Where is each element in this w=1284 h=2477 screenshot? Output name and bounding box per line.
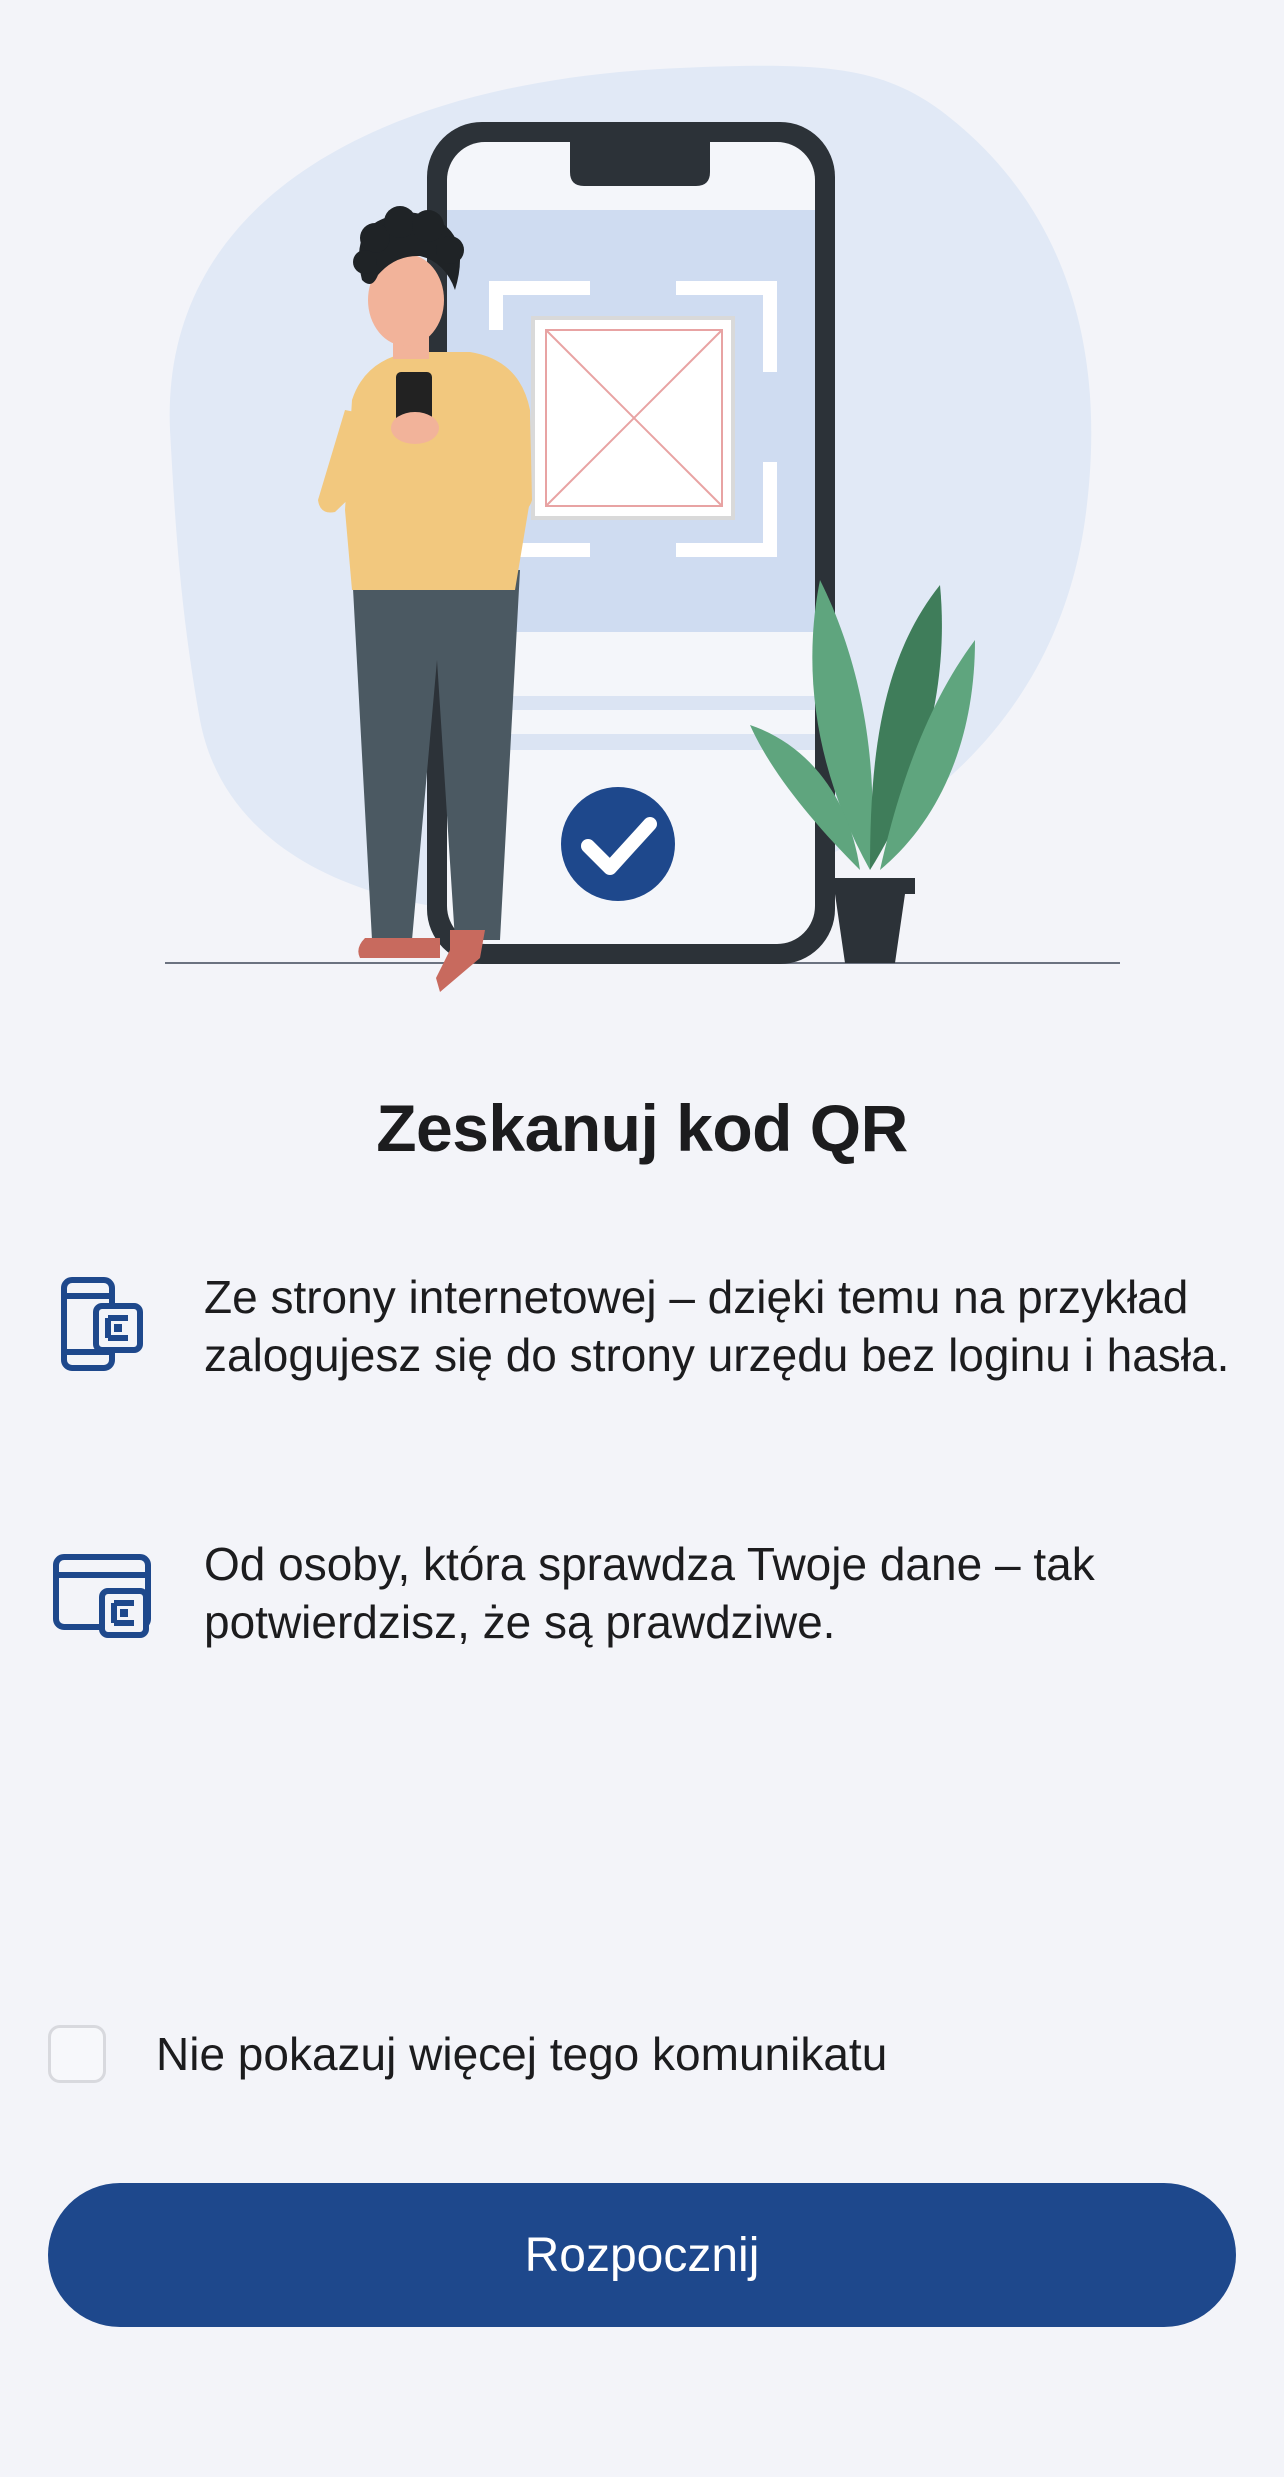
info-text-person: Od osoby, która sprawdza Twoje dane – ta… bbox=[204, 1538, 1095, 1648]
qr-scan-illustration bbox=[165, 65, 1120, 992]
start-button[interactable]: Rozpocznij bbox=[48, 2183, 1236, 2327]
dont-show-again-row[interactable]: Nie pokazuj więcej tego komunikatu bbox=[48, 2025, 887, 2083]
info-text-website: Ze strony internetowej – dzięki temu na … bbox=[204, 1271, 1230, 1381]
page-title: Zeskanuj kod QR bbox=[376, 1091, 908, 1165]
info-item-website: Ze strony internetowej – dzięki temu na … bbox=[50, 1268, 1240, 1384]
phone-qr-icon bbox=[61, 1277, 143, 1371]
browser-qr-icon bbox=[53, 1554, 151, 1638]
dont-show-again-label: Nie pokazuj więcej tego komunikatu bbox=[156, 2028, 888, 2080]
dont-show-again-checkbox[interactable] bbox=[48, 2025, 106, 2083]
info-item-person: Od osoby, która sprawdza Twoje dane – ta… bbox=[50, 1535, 1240, 1651]
